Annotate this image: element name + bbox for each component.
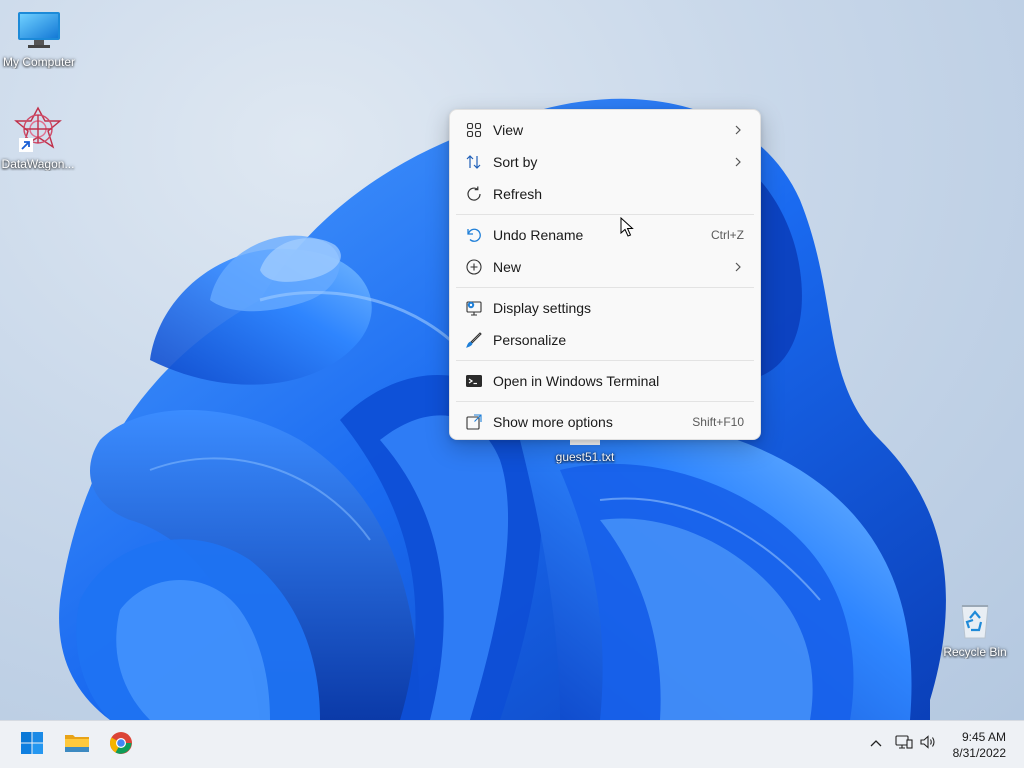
menu-item-label: Refresh <box>493 186 543 202</box>
desktop-icon-label: My Computer <box>2 55 76 69</box>
tray-network[interactable] <box>893 733 915 755</box>
menu-item-new[interactable]: New <box>450 251 760 283</box>
desktop-icon-label: guest51.txt <box>555 450 615 464</box>
menu-separator <box>456 401 754 402</box>
taskbar: 9:45 AM 8/31/2022 <box>0 720 1024 768</box>
refresh-icon <box>464 184 484 204</box>
menu-item-shortcut: Ctrl+Z <box>711 228 744 242</box>
menu-item-open-in-windows-terminal[interactable]: Open in Windows Terminal <box>450 365 760 397</box>
network-icon <box>895 734 913 755</box>
menu-item-undo-rename[interactable]: Undo Rename Ctrl+Z <box>450 219 760 251</box>
terminal-icon <box>464 371 484 391</box>
menu-item-label: Personalize <box>493 332 567 348</box>
chevron-right-icon <box>732 124 744 136</box>
folder-icon <box>64 732 90 759</box>
windows-start-icon <box>20 731 44 760</box>
datawagon-icon <box>13 106 63 155</box>
monitor-icon <box>16 12 62 53</box>
desktop-icon-recycle-bin[interactable]: Recycle Bin <box>933 600 1017 659</box>
menu-item-sort-by[interactable]: Sort by <box>450 146 760 178</box>
taskbar-file-explorer[interactable] <box>61 729 93 761</box>
chrome-icon <box>109 731 133 760</box>
taskbar-google-chrome[interactable] <box>105 729 137 761</box>
volume-icon <box>919 734 937 755</box>
menu-item-label: Open in Windows Terminal <box>493 373 660 389</box>
menu-item-personalize[interactable]: Personalize <box>450 324 760 356</box>
sort-icon <box>464 152 484 172</box>
desktop-icon-label: Recycle Bin <box>943 645 1007 659</box>
menu-item-label: Sort by <box>493 154 538 170</box>
menu-separator <box>456 360 754 361</box>
tray-clock[interactable]: 9:45 AM 8/31/2022 <box>953 729 1006 761</box>
start-button[interactable] <box>16 729 48 761</box>
menu-item-show-more-options[interactable]: Show more options Shift+F10 <box>450 406 760 438</box>
menu-item-display-settings[interactable]: Display settings <box>450 292 760 324</box>
desktop-icon-label: DataWagon... <box>1 157 75 171</box>
chevron-right-icon <box>732 261 744 273</box>
menu-separator <box>456 214 754 215</box>
menu-item-shortcut: Shift+F10 <box>692 415 744 429</box>
tray-volume[interactable] <box>917 733 939 755</box>
menu-separator <box>456 287 754 288</box>
clock-time: 9:45 AM <box>961 730 1006 744</box>
chevron-up-icon <box>869 735 883 753</box>
clock-date: 8/31/2022 <box>952 746 1006 760</box>
personalize-brush-icon <box>464 330 484 350</box>
menu-item-refresh[interactable]: Refresh <box>450 178 760 210</box>
menu-item-label: Show more options <box>493 414 613 430</box>
menu-item-label: View <box>493 122 524 138</box>
chevron-right-icon <box>732 156 744 168</box>
shortcut-arrow-icon <box>19 138 33 152</box>
show-more-options-icon <box>464 412 484 432</box>
desktop-context-menu: View Sort by Refresh Undo Rename Ctrl+Z … <box>449 109 761 440</box>
desktop-icon-datawagon[interactable]: DataWagon... <box>0 106 80 171</box>
new-plus-icon <box>464 257 484 277</box>
menu-item-label: New <box>493 259 522 275</box>
menu-item-label: Undo Rename <box>493 227 584 243</box>
display-settings-icon <box>464 298 484 318</box>
desktop-icon-my-computer[interactable]: My Computer <box>0 10 81 69</box>
undo-icon <box>464 225 484 245</box>
view-grid-icon <box>464 120 484 140</box>
menu-item-view[interactable]: View <box>450 114 760 146</box>
mouse-pointer-icon <box>620 216 634 242</box>
recycle-bin-icon <box>955 605 995 643</box>
menu-item-label: Display settings <box>493 300 592 316</box>
tray-overflow-chevron[interactable] <box>865 733 887 755</box>
